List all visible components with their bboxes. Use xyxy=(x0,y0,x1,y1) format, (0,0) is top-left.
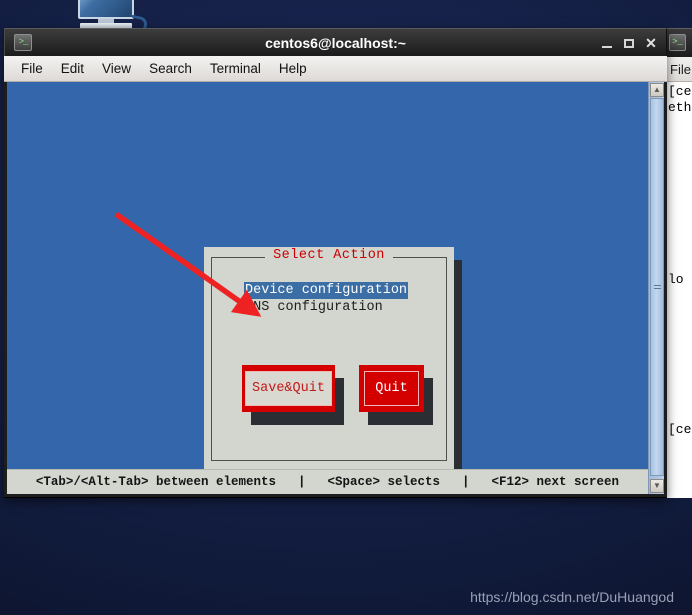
dialog-title-text: Select Action xyxy=(265,248,393,263)
background-terminal-output: [ce eth lo [ce xyxy=(664,82,692,498)
menu-item-file[interactable]: File xyxy=(12,59,52,78)
dialog-title: Select Action xyxy=(204,248,454,263)
button-face: Save&Quit xyxy=(242,365,335,412)
desktop-background: >_ File [ce eth lo [ce >_ centos6@localh… xyxy=(0,0,692,615)
hint-f12: <F12> next screen xyxy=(491,475,620,489)
minimize-icon xyxy=(602,46,612,48)
window-titlebar[interactable]: >_ centos6@localhost:~ ✕ xyxy=(4,28,667,56)
menu-item-file[interactable]: File xyxy=(670,62,691,77)
background-window-titlebar[interactable]: >_ xyxy=(664,29,692,57)
list-item-device-configuration[interactable]: Device configuration xyxy=(244,282,409,299)
menu-item-search[interactable]: Search xyxy=(140,59,201,78)
keyboard-hint-bar: <Tab>/<Alt-Tab> between elements | <Spac… xyxy=(7,469,648,494)
hint-tab: <Tab>/<Alt-Tab> between elements xyxy=(35,475,276,489)
background-terminal-window[interactable]: >_ File [ce eth lo [ce xyxy=(663,28,692,498)
terminal-screen-area: Select Action Device configuration DNS c… xyxy=(4,82,667,497)
watermark-text: https://blog.csdn.net/DuHuangod xyxy=(470,589,674,605)
minimize-button[interactable] xyxy=(596,32,618,54)
menu-item-edit[interactable]: Edit xyxy=(52,59,93,78)
hint-separator: | xyxy=(297,475,306,489)
menu-bar[interactable]: File Edit View Search Terminal Help xyxy=(4,56,667,82)
terminal-line: [ce xyxy=(668,422,692,437)
maximize-icon xyxy=(624,39,634,48)
scrollbar-thumb[interactable] xyxy=(650,98,664,476)
vertical-scrollbar[interactable]: ▲ ▼ xyxy=(648,82,664,494)
terminal-line: eth xyxy=(668,100,692,115)
button-face: Quit xyxy=(359,365,424,412)
maximize-button[interactable] xyxy=(618,32,640,54)
select-action-dialog[interactable]: Select Action Device configuration DNS c… xyxy=(204,247,454,469)
close-icon: ✕ xyxy=(645,35,657,51)
terminal-line: lo xyxy=(668,272,684,287)
terminal-window[interactable]: >_ centos6@localhost:~ ✕ File Edit View … xyxy=(4,28,667,498)
quit-button-label: Quit xyxy=(364,371,419,406)
hint-separator: | xyxy=(462,475,470,489)
terminal-line: [ce xyxy=(668,84,692,99)
window-controls: ✕ xyxy=(596,29,662,57)
list-item-dns-configuration[interactable]: DNS configuration xyxy=(244,299,408,316)
menu-item-terminal[interactable]: Terminal xyxy=(201,59,270,78)
scrollbar-grip-icon xyxy=(654,285,661,286)
menu-item-view[interactable]: View xyxy=(93,59,140,78)
scroll-up-arrow-icon[interactable]: ▲ xyxy=(650,83,664,97)
menu-item-help[interactable]: Help xyxy=(270,59,316,78)
scroll-down-arrow-icon[interactable]: ▼ xyxy=(650,479,664,493)
terminal-screen[interactable]: Select Action Device configuration DNS c… xyxy=(7,82,648,494)
terminal-icon: >_ xyxy=(669,34,686,51)
close-button[interactable]: ✕ xyxy=(640,32,662,54)
save-quit-button-label: Save&Quit xyxy=(245,371,332,406)
monitor-shape xyxy=(78,0,134,19)
window-title: centos6@localhost:~ xyxy=(265,35,406,51)
action-list[interactable]: Device configuration DNS configuration xyxy=(244,282,409,316)
background-window-menubar[interactable]: File xyxy=(664,57,692,82)
hint-space: <Space> selects xyxy=(327,475,441,489)
